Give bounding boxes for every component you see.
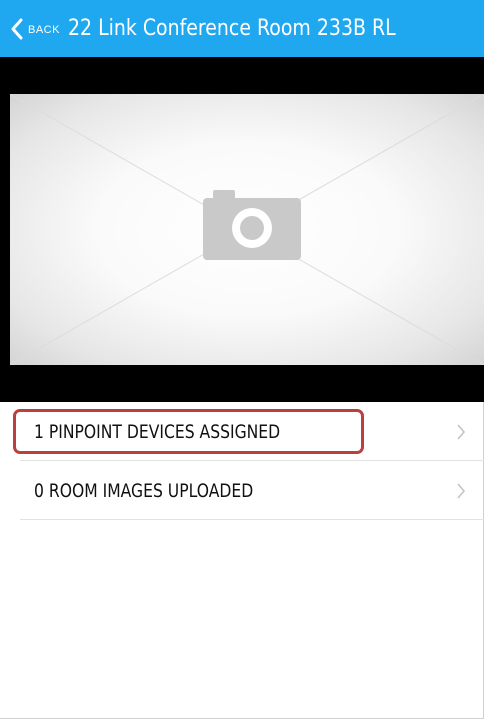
list-item-room-images[interactable]: 0 ROOM IMAGES UPLOADED [20,461,484,520]
room-image-viewer [0,57,484,402]
room-detail-screen: Back 22 Link Conference Room 233B RL 1 P… [0,0,484,719]
chevron-right-icon [457,483,466,499]
chevron-left-icon [11,18,23,39]
list-item-label: 0 ROOM IMAGES UPLOADED [34,480,254,502]
camera-icon [203,190,301,260]
page-title: 22 Link Conference Room 233B RL [67,16,396,41]
image-placeholder[interactable] [10,94,484,365]
list-item-label: 1 PINPOINT DEVICES ASSIGNED [34,421,281,443]
back-label: Back [28,20,60,37]
navigation-bar: Back 22 Link Conference Room 233B RL [0,0,484,57]
chevron-right-icon [457,424,466,440]
back-button[interactable]: Back [0,0,68,57]
room-info-list: 1 PINPOINT DEVICES ASSIGNED 0 ROOM IMAGE… [0,402,484,520]
list-item-pinpoint-devices[interactable]: 1 PINPOINT DEVICES ASSIGNED [20,402,484,461]
